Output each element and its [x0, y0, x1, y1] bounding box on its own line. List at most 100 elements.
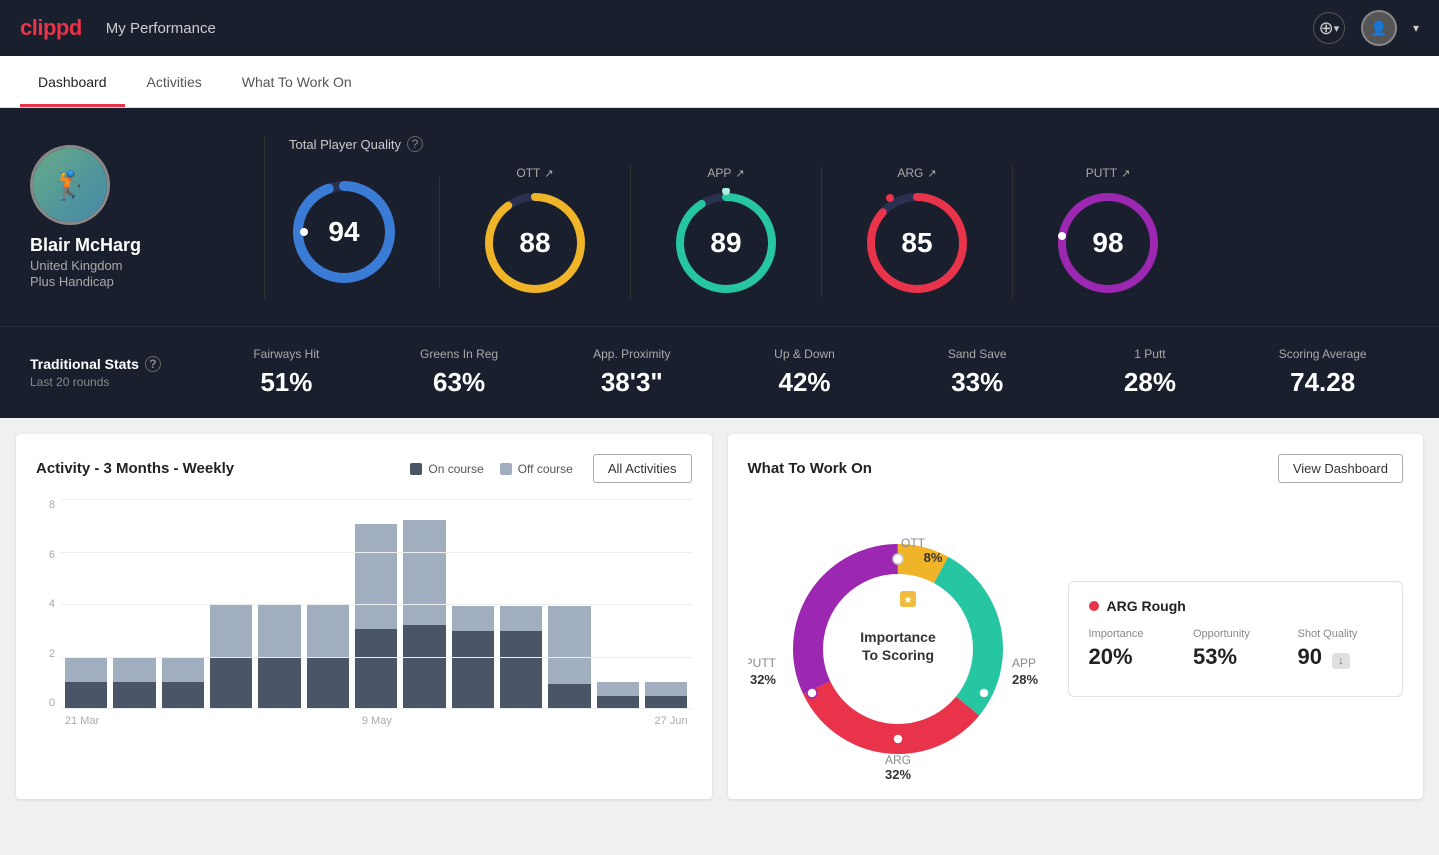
- svg-text:PUTT: PUTT: [748, 656, 777, 670]
- tab-what-to-work-on[interactable]: What To Work On: [224, 60, 370, 107]
- arg-rough-card: ARG Rough Importance 20% Opportunity 53%…: [1068, 581, 1404, 697]
- nav-right: ⊕ ▾ 👤 ▾: [1313, 10, 1419, 46]
- bar-on-11: [548, 684, 590, 709]
- metric-importance: Importance 20%: [1089, 628, 1174, 670]
- y-label-8: 8: [49, 499, 55, 511]
- quality-help-icon[interactable]: ?: [407, 136, 423, 152]
- bar-group-7: [355, 499, 397, 709]
- stat-app-proximity: App. Proximity 38'3": [545, 347, 718, 398]
- chart-controls: On course Off course All Activities: [410, 454, 691, 483]
- legend-off-course-dot: [500, 463, 512, 475]
- quality-title: Total Player Quality ?: [289, 136, 1409, 152]
- y-axis: 8 6 4 2 0: [36, 499, 61, 729]
- what-to-work-on-panel: What To Work On View Dashboard: [728, 434, 1424, 799]
- stat-sand-save: Sand Save 33%: [891, 347, 1064, 398]
- player-handicap: Plus Handicap: [30, 274, 114, 289]
- ott-trend-icon: ↗: [544, 167, 553, 180]
- chart-header: Activity - 3 Months - Weekly On course O…: [36, 454, 692, 483]
- x-label-jun: 27 Jun: [654, 715, 687, 727]
- bar-off-8: [403, 520, 445, 625]
- traditional-stats: Traditional Stats ? Last 20 rounds Fairw…: [0, 326, 1439, 418]
- card-title: ARG Rough: [1089, 598, 1383, 614]
- bar-off-7: [355, 524, 397, 629]
- bar-group-9: [452, 499, 494, 709]
- bar-on-4: [210, 657, 252, 710]
- avatar-image: 🏌️: [33, 148, 107, 222]
- user-avatar-button[interactable]: 👤: [1361, 10, 1397, 46]
- gauge-ott-value: 88: [519, 227, 550, 259]
- work-header: What To Work On View Dashboard: [748, 454, 1404, 483]
- divider-vertical: [264, 136, 265, 298]
- bar-off-3: [162, 657, 204, 682]
- bar-on-3: [162, 682, 204, 709]
- bar-on-6: [307, 657, 349, 710]
- circle-putt: 98: [1053, 188, 1163, 298]
- stat-1-putt: 1 Putt 28%: [1064, 347, 1237, 398]
- bar-off-11: [548, 606, 590, 684]
- all-activities-button[interactable]: All Activities: [593, 454, 692, 483]
- top-nav: clippd My Performance ⊕ ▾ 👤 ▾: [0, 0, 1439, 56]
- bars-area: 21 Mar 9 May 27 Jun: [61, 499, 692, 729]
- donut-svg: Importance To Scoring OTT 8% APP 28% ARG…: [748, 499, 1048, 779]
- bar-group-4: [210, 499, 252, 709]
- svg-text:APP: APP: [1012, 656, 1036, 670]
- app-trend-icon: ↗: [735, 167, 744, 180]
- bar-off-4: [210, 604, 252, 657]
- bar-off-10: [500, 606, 542, 631]
- trad-stats-title: Traditional Stats ?: [30, 356, 200, 372]
- stat-scoring-average: Scoring Average 74.28: [1236, 347, 1409, 398]
- nav-title: My Performance: [106, 20, 216, 37]
- stat-up-and-down: Up & Down 42%: [718, 347, 891, 398]
- tab-activities[interactable]: Activities: [129, 60, 220, 107]
- add-button[interactable]: ⊕ ▾: [1313, 12, 1345, 44]
- gauge-putt-label: PUTT ↗: [1086, 166, 1131, 180]
- svg-text:32%: 32%: [884, 767, 910, 779]
- bar-group-6: [307, 499, 349, 709]
- stat-fairways-hit: Fairways Hit 51%: [200, 347, 373, 398]
- gauge-app-label: APP ↗: [707, 166, 744, 180]
- y-label-0: 0: [49, 697, 55, 709]
- trad-stats-grid: Fairways Hit 51% Greens In Reg 63% App. …: [200, 347, 1409, 398]
- avatar-chevron: ▾: [1413, 21, 1419, 35]
- gauge-app: APP ↗ 89: [631, 166, 822, 298]
- view-dashboard-button[interactable]: View Dashboard: [1278, 454, 1403, 483]
- y-label-6: 6: [49, 549, 55, 561]
- chart-body: 8 6 4 2 0: [36, 499, 692, 729]
- bar-group-1: [65, 499, 107, 709]
- gauge-ott: OTT ↗ 88: [440, 166, 631, 298]
- bar-off-2: [113, 657, 155, 682]
- svg-text:OTT: OTT: [901, 536, 926, 550]
- bar-on-7: [355, 629, 397, 709]
- svg-text:8%: 8%: [923, 550, 942, 565]
- gauges-container: 94 OTT ↗ 88: [289, 166, 1409, 298]
- player-info: 🏌️ Blair McHarg United Kingdom Plus Hand…: [30, 145, 240, 289]
- chart-title: Activity - 3 Months - Weekly: [36, 460, 234, 477]
- bar-group-12: [597, 499, 639, 709]
- tab-dashboard[interactable]: Dashboard: [20, 60, 125, 107]
- svg-text:★: ★: [903, 595, 912, 606]
- bars-container: [61, 499, 692, 709]
- shot-quality-badge: ↓: [1332, 653, 1350, 669]
- donut-chart-container: Importance To Scoring OTT 8% APP 28% ARG…: [748, 499, 1048, 779]
- legend-on-course-dot: [410, 463, 422, 475]
- arg-trend-icon: ↗: [927, 167, 936, 180]
- bar-group-5: [258, 499, 300, 709]
- hero-top: 🏌️ Blair McHarg United Kingdom Plus Hand…: [30, 136, 1409, 298]
- activity-chart-panel: Activity - 3 Months - Weekly On course O…: [16, 434, 712, 799]
- circle-total: 94: [289, 177, 399, 287]
- quality-section: Total Player Quality ? 94: [289, 136, 1409, 298]
- gauge-putt-value: 98: [1092, 227, 1123, 259]
- trad-stats-subtitle: Last 20 rounds: [30, 375, 200, 389]
- svg-text:To Scoring: To Scoring: [861, 647, 933, 663]
- svg-text:28%: 28%: [1012, 672, 1038, 687]
- work-body: Importance To Scoring OTT 8% APP 28% ARG…: [748, 499, 1404, 779]
- gauge-arg-label: ARG ↗: [897, 166, 936, 180]
- trad-stats-help-icon[interactable]: ?: [145, 356, 161, 372]
- trad-stats-label: Traditional Stats ? Last 20 rounds: [30, 356, 200, 389]
- circle-arg: 85: [862, 188, 972, 298]
- work-title: What To Work On: [748, 460, 872, 477]
- hero-section: 🏌️ Blair McHarg United Kingdom Plus Hand…: [0, 108, 1439, 326]
- bar-group-8: [403, 499, 445, 709]
- bar-on-9: [452, 631, 494, 709]
- bar-group-3: [162, 499, 204, 709]
